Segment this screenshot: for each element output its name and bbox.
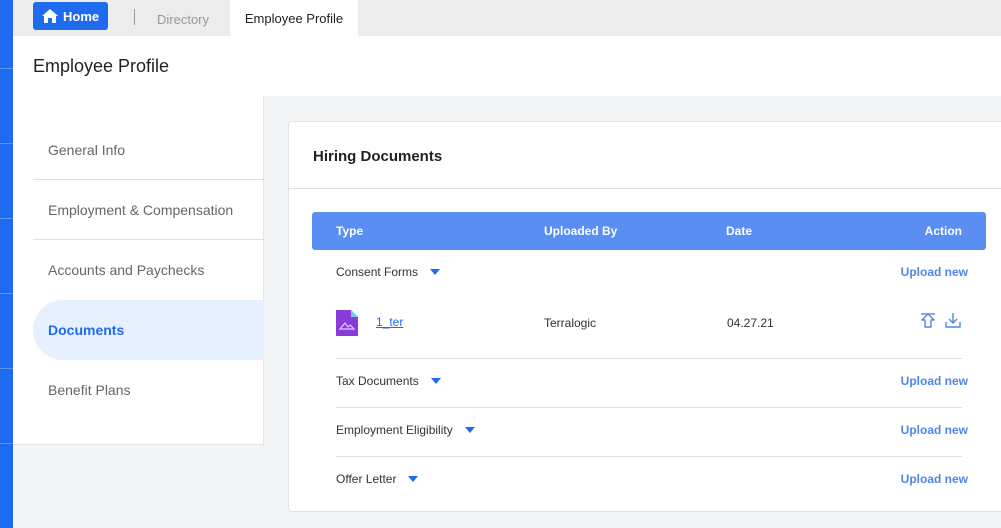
page-header: Employee Profile bbox=[13, 36, 1001, 96]
sidebar: General Info Employment & Compensation A… bbox=[13, 96, 264, 445]
uploaded-by-cell: Terralogic bbox=[544, 316, 597, 330]
breadcrumb-current-label: Employee Profile bbox=[244, 10, 344, 26]
chevron-down-icon[interactable] bbox=[430, 269, 441, 275]
card-divider bbox=[289, 188, 1001, 189]
home-button[interactable]: Home bbox=[33, 2, 108, 30]
sidebar-item-label: Employment & Compensation bbox=[48, 201, 234, 218]
hiring-documents-card: Hiring Documents Type Uploaded By Date A… bbox=[288, 121, 1001, 512]
sidebar-item-accounts-paychecks[interactable]: Accounts and Paychecks bbox=[33, 240, 264, 300]
group-label: Tax Documents bbox=[336, 374, 419, 388]
date-cell: 04.27.21 bbox=[727, 316, 774, 330]
left-rail bbox=[0, 0, 13, 528]
row-divider bbox=[336, 407, 962, 408]
image-file-icon bbox=[336, 310, 358, 336]
upload-new-button[interactable]: Upload new bbox=[901, 265, 968, 279]
sidebar-item-documents[interactable]: Documents bbox=[33, 300, 264, 360]
upload-new-button[interactable]: Upload new bbox=[901, 423, 968, 437]
sidebar-item-label: General Info bbox=[48, 141, 126, 158]
group-label: Employment Eligibility bbox=[336, 423, 453, 437]
group-label: Consent Forms bbox=[336, 265, 419, 279]
column-date: Date bbox=[726, 224, 753, 238]
breadcrumb-separator bbox=[134, 9, 135, 25]
download-icon[interactable] bbox=[945, 312, 961, 330]
sidebar-item-benefit-plans[interactable]: Benefit Plans bbox=[33, 360, 264, 420]
table-header: Type Uploaded By Date Action bbox=[312, 212, 986, 250]
file-link[interactable]: 1_ter bbox=[376, 315, 403, 329]
sidebar-item-label: Documents bbox=[48, 322, 125, 338]
group-consent-forms[interactable]: Consent Forms bbox=[336, 265, 441, 279]
rail-divider bbox=[0, 143, 13, 144]
rail-divider bbox=[0, 443, 13, 444]
home-label: Home bbox=[63, 8, 100, 24]
chevron-down-icon[interactable] bbox=[430, 378, 441, 384]
rail-divider bbox=[0, 68, 13, 69]
sidebar-item-label: Benefit Plans bbox=[48, 382, 131, 398]
group-label: Offer Letter bbox=[336, 472, 397, 486]
chevron-down-icon[interactable] bbox=[464, 427, 475, 433]
upload-new-button[interactable]: Upload new bbox=[901, 374, 968, 388]
rail-divider bbox=[0, 293, 13, 294]
row-divider bbox=[336, 456, 962, 457]
sidebar-item-general-info[interactable]: General Info bbox=[33, 120, 264, 180]
home-icon bbox=[42, 9, 58, 23]
column-type: Type bbox=[336, 224, 364, 238]
breadcrumb-directory[interactable]: Directory bbox=[157, 12, 209, 27]
chevron-down-icon[interactable] bbox=[408, 476, 419, 482]
row-divider bbox=[336, 358, 962, 359]
upload-icon[interactable] bbox=[920, 312, 936, 330]
group-offer-letter[interactable]: Offer Letter bbox=[336, 472, 419, 486]
card-title: Hiring Documents bbox=[313, 148, 443, 165]
column-action: Action bbox=[924, 224, 962, 238]
upload-new-button[interactable]: Upload new bbox=[901, 472, 968, 486]
group-employment-eligibility[interactable]: Employment Eligibility bbox=[336, 423, 475, 437]
column-uploaded-by: Uploaded By bbox=[544, 224, 618, 238]
breadcrumb-current: Employee Profile bbox=[230, 0, 358, 36]
sidebar-item-label: Accounts and Paychecks bbox=[48, 262, 205, 278]
sidebar-item-employment-compensation[interactable]: Employment & Compensation bbox=[33, 180, 264, 240]
page-title: Employee Profile bbox=[33, 56, 170, 76]
rail-divider bbox=[0, 218, 13, 219]
rail-divider bbox=[0, 368, 13, 369]
group-tax-documents[interactable]: Tax Documents bbox=[336, 374, 441, 388]
top-bar: Home Directory Employee Profile bbox=[13, 0, 1001, 36]
